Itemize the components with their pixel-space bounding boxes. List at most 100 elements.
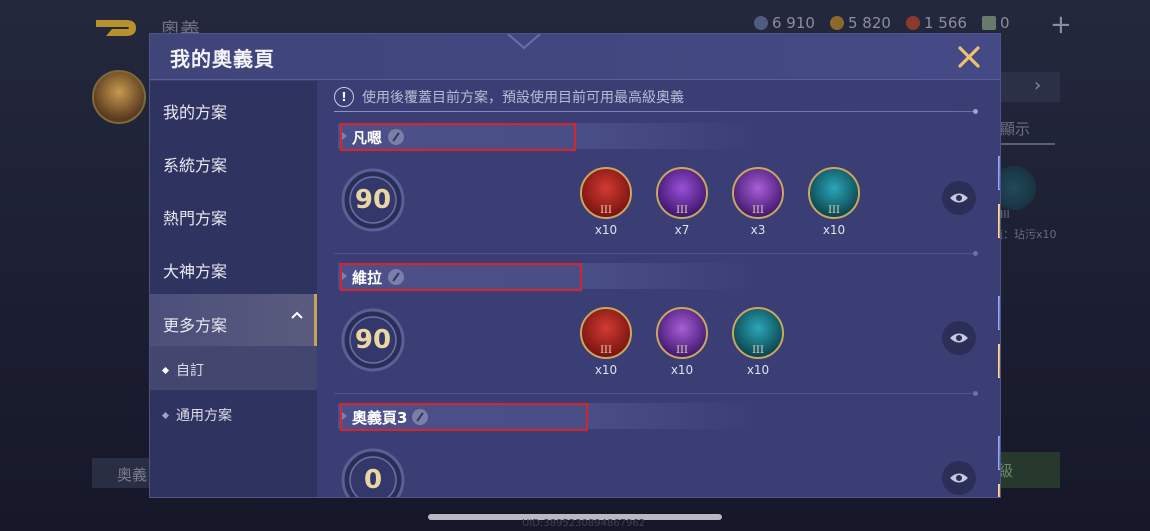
scheme-list: ! 使用後覆蓋目前方案，預設使用目前可用最高級奧義 凡嗯 90 III x10 (318, 81, 1000, 497)
ruby-currency: 1 566 (906, 14, 967, 32)
background-rune-tier: III (1000, 208, 1010, 221)
rune-slot[interactable]: III x10 (732, 307, 784, 377)
rune-level: 90 (354, 185, 392, 215)
sidebar-item-my-schemes[interactable]: 我的方案 (150, 81, 317, 133)
divider (334, 109, 978, 114)
rune-slot[interactable]: III x3 (732, 167, 784, 237)
gem-icon (754, 16, 768, 30)
rune-level: 90 (354, 325, 392, 355)
sidebar-item-label: 系統方案 (163, 156, 228, 175)
edit-button[interactable]: 編輯 (998, 156, 1000, 190)
pencil-icon[interactable] (388, 129, 404, 145)
rune-slot[interactable]: III x10 (580, 307, 632, 377)
sidebar-subitem-general[interactable]: 通用方案 (150, 391, 317, 435)
preview-button[interactable] (942, 321, 976, 355)
divider (334, 251, 978, 256)
rune-tier: III (676, 205, 688, 216)
modal-title: 我的奧義頁 (170, 47, 275, 71)
coin-count: 5 820 (848, 14, 891, 32)
scheme-name[interactable]: 凡嗯 (352, 127, 382, 148)
background-bottom-left: 奧義 (92, 458, 152, 488)
rune-tier: III (600, 205, 612, 216)
preview-button[interactable] (942, 461, 976, 495)
bullet-icon (161, 366, 170, 375)
eye-icon (950, 193, 968, 203)
scheme-card: 凡嗯 90 III x10 III x7 III x3 III x10 (318, 123, 1000, 263)
sidebar-item-label: 熱門方案 (163, 209, 228, 228)
pencil-icon[interactable] (412, 409, 428, 425)
rune-slot[interactable]: III x10 (656, 307, 708, 377)
modal-header: 我的奧義頁 (150, 34, 1000, 80)
scheme-card: 奧義頁3 0 編輯 使用 (318, 403, 1000, 497)
rune-slot[interactable]: III x7 (656, 167, 708, 237)
scheme-sidebar: 我的方案 系統方案 熱門方案 大神方案 更多方案 自訂 通用方案 (150, 81, 317, 497)
sidebar-item-more-schemes[interactable]: 更多方案 (150, 294, 317, 346)
scheme-name[interactable]: 奧義頁3 (352, 407, 407, 428)
scheme-card: 維拉 90 III x10 III x10 III x10 (318, 263, 1000, 403)
hero-avatar[interactable] (92, 70, 146, 124)
rune-count: x10 (746, 363, 770, 377)
background-rune-desc: 值：玷污x10 (992, 228, 1057, 241)
use-button[interactable]: 使用 (998, 344, 1000, 378)
chevron-right-icon: › (1034, 75, 1042, 96)
exclamation-icon: ! (334, 87, 354, 107)
rune-count: x7 (674, 223, 690, 237)
rune-page-modal: 我的奧義頁 我的方案 系統方案 熱門方案 大神方案 更多方案 自訂 通用方案 !… (150, 34, 1000, 497)
sidebar-item-master-schemes[interactable]: 大神方案 (150, 240, 317, 292)
rune-tier: III (676, 345, 688, 356)
back-icon[interactable] (92, 16, 140, 40)
close-icon[interactable] (954, 42, 984, 72)
rune-level-badge: 90 (340, 167, 406, 233)
user-id: UID:38952308948679​62 (522, 518, 646, 529)
rune-slot[interactable]: III x10 (808, 167, 860, 237)
pencil-icon[interactable] (388, 269, 404, 285)
rune-count: x10 (822, 223, 846, 237)
background-tab-underline (1000, 143, 1055, 145)
ruby-count: 1 566 (924, 14, 967, 32)
rune-count: x10 (594, 363, 618, 377)
rune-level-badge: 90 (340, 307, 406, 373)
bullet-icon (161, 411, 170, 420)
gem-count: 6 910 (772, 14, 815, 32)
ticket-count: 0 (1000, 14, 1010, 32)
edit-button[interactable]: 編輯 (998, 296, 1000, 330)
background-dropdown[interactable]: › (1000, 72, 1060, 102)
header-ornament-icon (507, 34, 541, 50)
preview-button[interactable] (942, 181, 976, 215)
ticket-currency: 0 (982, 14, 1010, 32)
coin-icon (830, 16, 844, 30)
gem-currency: 6 910 (754, 14, 815, 32)
ticket-icon (982, 16, 996, 30)
sidebar-item-system-schemes[interactable]: 系統方案 (150, 134, 317, 186)
sidebar-item-label: 更多方案 (163, 316, 228, 335)
sidebar-item-label: 我的方案 (163, 103, 228, 122)
sidebar-subitem-label: 通用方案 (176, 408, 232, 424)
caret-icon (342, 272, 347, 280)
rune-tier: III (752, 205, 764, 216)
divider (334, 391, 978, 396)
rune-level: 0 (363, 465, 383, 495)
rune-tier: III (752, 345, 764, 356)
background-bottom-right: 級 (998, 452, 1060, 488)
notice-text: 使用後覆蓋目前方案，預設使用目前可用最高級奧義 (362, 90, 684, 106)
rune-count: x10 (594, 223, 618, 237)
rune-tier: III (828, 205, 840, 216)
edit-button[interactable]: 編輯 (998, 436, 1000, 470)
rune-count: x3 (750, 223, 766, 237)
caret-icon (342, 412, 347, 420)
add-currency-button[interactable]: + (1050, 10, 1072, 40)
sidebar-item-popular-schemes[interactable]: 熱門方案 (150, 187, 317, 239)
sidebar-subitem-custom[interactable]: 自訂 (150, 346, 317, 390)
rune-level-badge: 0 (340, 447, 406, 497)
scheme-name[interactable]: 維拉 (352, 267, 382, 288)
use-button[interactable]: 使用 (998, 204, 1000, 238)
coin-currency: 5 820 (830, 14, 891, 32)
rune-slot[interactable]: III x10 (580, 167, 632, 237)
eye-icon (950, 473, 968, 483)
sidebar-item-label: 大神方案 (163, 262, 228, 281)
use-button[interactable]: 使用 (998, 484, 1000, 497)
background-show-tab[interactable]: 顯示 (1000, 118, 1030, 139)
rune-tier: III (600, 345, 612, 356)
ruby-icon (906, 16, 920, 30)
notice: ! 使用後覆蓋目前方案，預設使用目前可用最高級奧義 (334, 87, 684, 107)
